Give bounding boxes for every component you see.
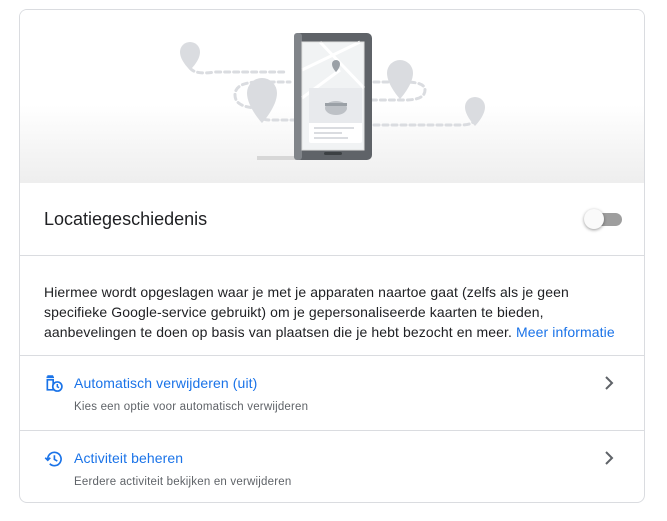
setting-description: Hiermee wordt opgeslagen waar je met je … [44,282,634,342]
learn-more-link[interactable]: Meer informatie [516,324,615,340]
manage-activity-label: Activiteit beheren [74,450,184,466]
manage-activity-option[interactable]: Activiteit beheren Eerdere activiteit be… [20,430,644,502]
location-history-toggle[interactable] [584,209,622,229]
map-pin-icon [465,97,485,126]
history-icon [44,451,62,467]
chevron-right-icon [605,376,614,390]
hero-illustration [20,10,644,183]
toggle-thumb [584,209,604,229]
auto-delete-icon [46,375,63,392]
phone-map-illustration [180,33,485,160]
map-pin-icon [247,78,277,123]
manage-activity-sublabel: Eerdere activiteit bekijken en verwijder… [74,476,292,488]
auto-delete-sublabel: Kies een optie voor automatisch verwijde… [74,401,309,413]
description-text: Hiermee wordt opgeslagen waar je met je … [44,284,569,340]
map-pin-icon [180,42,200,70]
location-history-header: Locatiegeschiedenis [20,183,644,256]
auto-delete-option[interactable]: Automatisch verwijderen (uit) Kies een o… [20,355,644,430]
map-pin-icon [387,60,413,99]
setting-title: Locatiegeschiedenis [44,209,208,229]
location-history-card: Locatiegeschiedenis Hiermee wordt opgesl… [19,9,645,503]
chevron-right-icon [605,451,614,465]
auto-delete-label: Automatisch verwijderen (uit) [74,375,258,391]
